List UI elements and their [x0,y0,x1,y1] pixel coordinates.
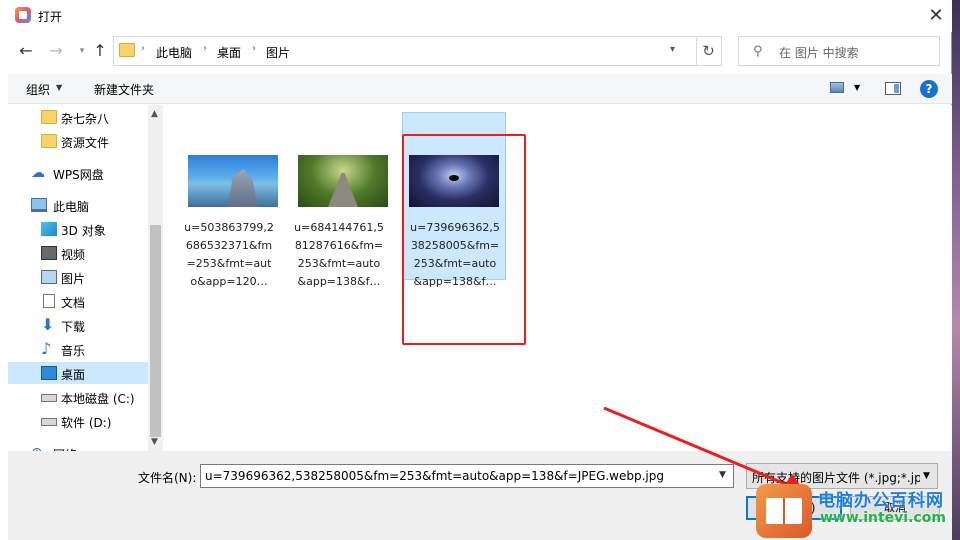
nav-item-documents[interactable]: 文档 [8,290,148,312]
breadcrumb-pictures[interactable]: 图片 [266,44,290,61]
view-options-icon[interactable] [830,82,844,93]
breadcrumb-this-pc[interactable]: 此电脑 [156,44,192,61]
nav-item-pictures[interactable]: 图片 [8,266,148,288]
nav-item-wps-cloud[interactable]: ☁ WPS网盘 [8,162,148,184]
desktop-icon [41,366,57,380]
nav-item-music[interactable]: ♪ 音乐 [8,338,148,360]
forward-arrow-icon[interactable]: → [46,40,66,62]
drive-icon [41,418,57,426]
folder-icon [119,43,135,57]
file-name-line: &app=138&f… [297,275,381,288]
nav-item-desktop[interactable]: 桌面 [8,362,148,384]
pictures-icon [41,270,57,284]
file-name-line: 81287616&fm= [294,239,384,252]
nav-item-label: 文档 [61,296,86,310]
file-name: u=684144761,5 81287616&fm= 253&fmt=auto … [291,219,387,291]
filename-input[interactable]: u=739696362,538258005&fm=253&fmt=auto&ap… [200,464,734,488]
download-icon: ⬇ [41,315,55,334]
folder-icon [41,110,57,124]
nav-item-label: 此电脑 [53,200,90,214]
book-logo-icon [756,484,812,538]
nav-item-label: 桌面 [61,368,86,382]
chevron-down-icon[interactable]: ▾ [670,44,675,55]
nav-item-label: 音乐 [61,344,86,358]
nav-item-label: 3D 对象 [61,224,106,238]
nav-item-software-d[interactable]: 软件 (D:) [8,410,148,432]
organize-button[interactable]: 组织 [26,81,50,98]
file-name-line: 686532371&fm [185,239,273,252]
new-folder-button[interactable]: 新建文件夹 [94,81,154,98]
file-item[interactable]: u=503863799,2 686532371&fm =253&fmt=aut … [177,113,281,288]
computer-icon [31,198,47,212]
filename-label: 文件名(N): [138,471,197,485]
filename-value: u=739696362,538258005&fm=253&fmt=auto&ap… [205,469,664,483]
search-icon: ⚲ [753,44,763,59]
nav-item-label: 视频 [61,248,86,262]
music-icon: ♪ [41,339,52,358]
nav-item-videos[interactable]: 视频 [8,242,148,264]
cloud-icon: ☁ [31,165,45,181]
watermark: 电脑办公百科网 www.intevi.com [756,476,960,540]
preview-pane-icon[interactable] [885,82,901,95]
chevron-down-icon[interactable]: ▼ [854,83,860,92]
refresh-button[interactable]: ↻ [696,36,722,66]
nav-item-label: WPS网盘 [53,168,104,182]
app-icon [15,7,31,23]
nav-item-label: 软件 (D:) [61,416,112,430]
back-arrow-icon[interactable]: ← [16,40,36,62]
chevron-right-icon[interactable]: › [203,43,207,54]
drive-icon [41,394,57,402]
up-arrow-icon[interactable]: ↑ [90,40,110,62]
recent-locations-chevron-icon[interactable]: ▾ [72,40,92,62]
file-name-line: =253&fmt=aut [186,257,272,270]
file-list: u=503863799,2 686532371&fm =253&fmt=aut … [163,105,952,451]
window-title: 打开 [38,10,63,24]
nav-item-downloads[interactable]: ⬇ 下载 [8,314,148,336]
nav-item-network[interactable]: ⊕ 网络 [8,442,148,451]
annotation-highlight-box [402,134,526,345]
scroll-up-icon[interactable]: ▲ [151,109,158,119]
nav-item-label: 本地磁盘 (C:) [61,392,135,406]
chevron-down-icon[interactable]: ▼ [719,470,726,480]
nav-item-3d-objects[interactable]: 3D 对象 [8,218,148,240]
watermark-url: www.intevi.com [820,510,946,526]
nav-item-label: 下载 [61,320,86,334]
nav-item-local-disk-c[interactable]: 本地磁盘 (C:) [8,386,148,408]
tree-road-image-thumbnail [298,155,388,207]
watermark-title: 电脑办公百科网 [818,491,944,511]
documents-icon [43,294,55,308]
breadcrumb-desktop[interactable]: 桌面 [217,44,241,61]
file-name: u=503863799,2 686532371&fm =253&fmt=aut … [181,219,277,291]
scroll-down-icon[interactable]: ▼ [151,437,158,447]
scrollbar-thumb[interactable] [150,225,161,437]
nav-item-this-pc[interactable]: 此电脑 [8,194,148,216]
nav-item-zaqizaba[interactable]: 杂七杂八 [8,106,148,128]
mountain-image-thumbnail [188,155,278,207]
video-icon [41,246,57,260]
chevron-right-icon[interactable]: › [252,43,256,54]
chevron-right-icon[interactable]: › [141,43,145,54]
file-name-line: u=503863799,2 [184,221,274,234]
close-button[interactable]: ✕ [920,2,952,30]
title-bar: 打开 ✕ [0,0,952,32]
navigation-pane: 杂七杂八 资源文件 ☁ WPS网盘 此电脑 3D 对象 视频 图片 文档 ⬇ 下… [8,105,148,451]
command-bar: 组织 ▼ 新建文件夹 ▼ ? [8,74,952,104]
file-name-line: 253&fmt=auto [297,257,381,270]
desktop-background [952,0,960,540]
nav-item-label: 杂七杂八 [61,112,110,126]
search-box[interactable]: ⚲ 在 图片 中搜索 [738,36,940,66]
file-item[interactable]: u=684144761,5 81287616&fm= 253&fmt=auto … [287,113,391,288]
navigation-scrollbar[interactable]: ▲ ▼ [148,105,163,451]
file-name-line: u=684144761,5 [294,221,384,234]
folder-icon [41,134,57,148]
search-placeholder: 在 图片 中搜索 [779,46,859,60]
nav-item-label: 图片 [61,272,86,286]
address-bar[interactable]: › 此电脑 › 桌面 › 图片 ▾ [113,36,697,66]
help-icon[interactable]: ? [920,80,938,98]
3d-objects-icon [41,222,57,236]
file-name-line: o&app=120… [190,275,268,288]
nav-item-resource-files[interactable]: 资源文件 [8,130,148,152]
chevron-down-icon[interactable]: ▼ [56,83,62,92]
nav-item-label: 资源文件 [61,136,110,150]
